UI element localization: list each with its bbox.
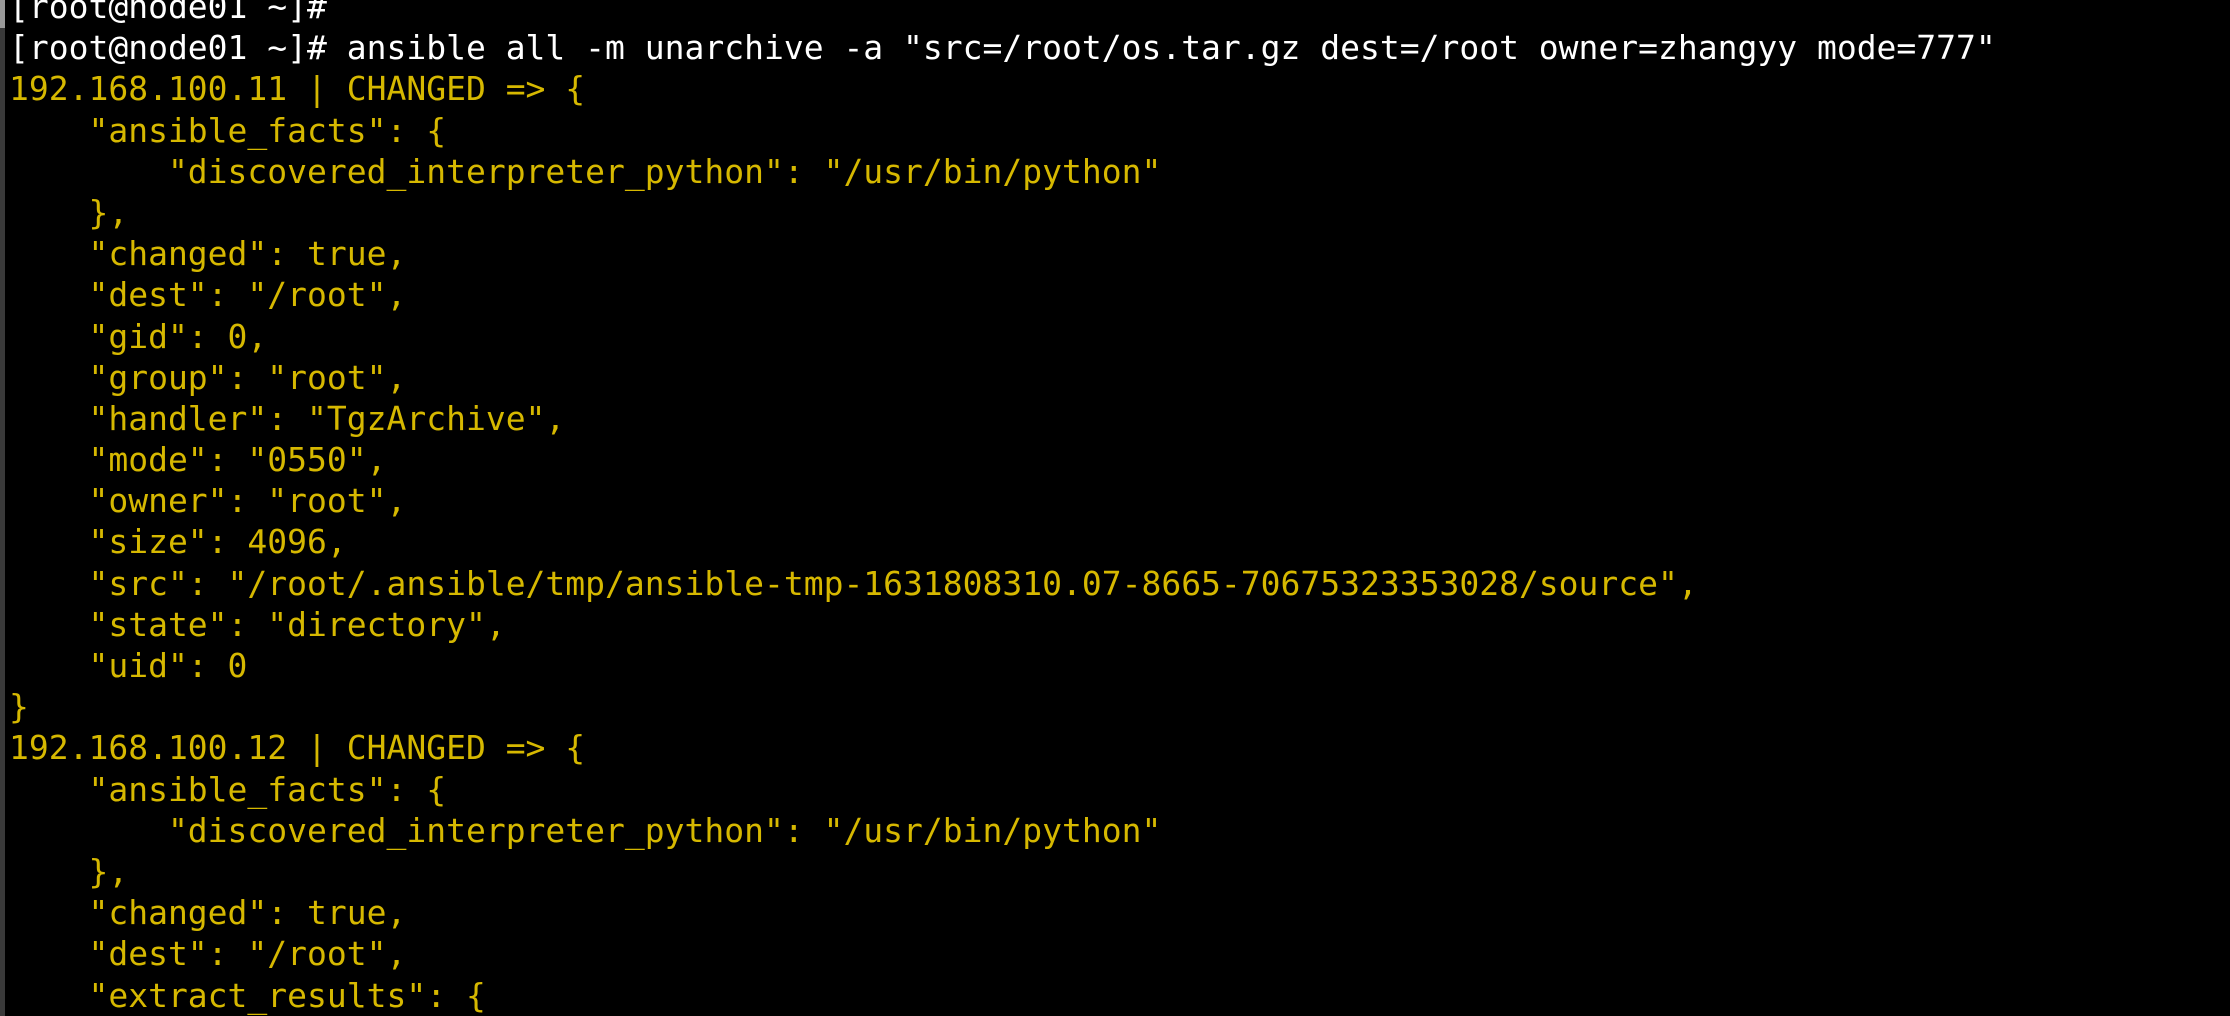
terminal-line: }, bbox=[9, 851, 129, 891]
terminal-line: "gid": 0, bbox=[9, 316, 268, 356]
terminal-line: "state": "directory", bbox=[9, 604, 506, 644]
terminal-line: 192.168.100.11 | CHANGED => { bbox=[9, 69, 586, 109]
terminal-line: "ansible_facts": { bbox=[9, 110, 447, 150]
terminal-line: "uid": 0 bbox=[9, 646, 248, 685]
terminal-line: "ansible_facts": { bbox=[9, 769, 447, 809]
terminal-line: }, bbox=[9, 192, 129, 232]
terminal-line: "discovered_interpreter_python": "/usr/b… bbox=[9, 810, 1162, 850]
terminal-line: "changed": true, bbox=[9, 234, 407, 274]
terminal-line: [root@node01 ~]# ansible all -m unarchiv… bbox=[9, 28, 1996, 68]
terminal-line: "src": "/root/.ansible/tmp/ansible-tmp-1… bbox=[9, 563, 1698, 603]
terminal-line: "extract_results": { bbox=[9, 975, 486, 1015]
terminal-line: "handler": "TgzArchive", bbox=[9, 398, 566, 438]
terminal-line: "dest": "/root", bbox=[9, 275, 407, 315]
terminal-window[interactable]: [root@node01 ~]# [root@node01 ~]# ansible… bbox=[0, 0, 2230, 1016]
terminal-line: "group": "root", bbox=[9, 357, 407, 397]
terminal-line: "owner": "root", bbox=[9, 481, 407, 521]
terminal-line: [root@node01 ~]# bbox=[9, 0, 327, 26]
terminal-output-area[interactable]: [root@node01 ~]# [root@node01 ~]# ansible… bbox=[5, 0, 2230, 1015]
terminal-line: "mode": "0550", bbox=[9, 440, 387, 480]
terminal-line: } bbox=[9, 687, 29, 727]
terminal-line: "discovered_interpreter_python": "/usr/b… bbox=[9, 151, 1162, 191]
terminal-line: "changed": true, bbox=[9, 893, 407, 933]
terminal-line: "size": 4096, bbox=[9, 522, 347, 562]
terminal-line: "dest": "/root", bbox=[9, 934, 407, 974]
terminal-line: 192.168.100.12 | CHANGED => { bbox=[9, 728, 586, 768]
